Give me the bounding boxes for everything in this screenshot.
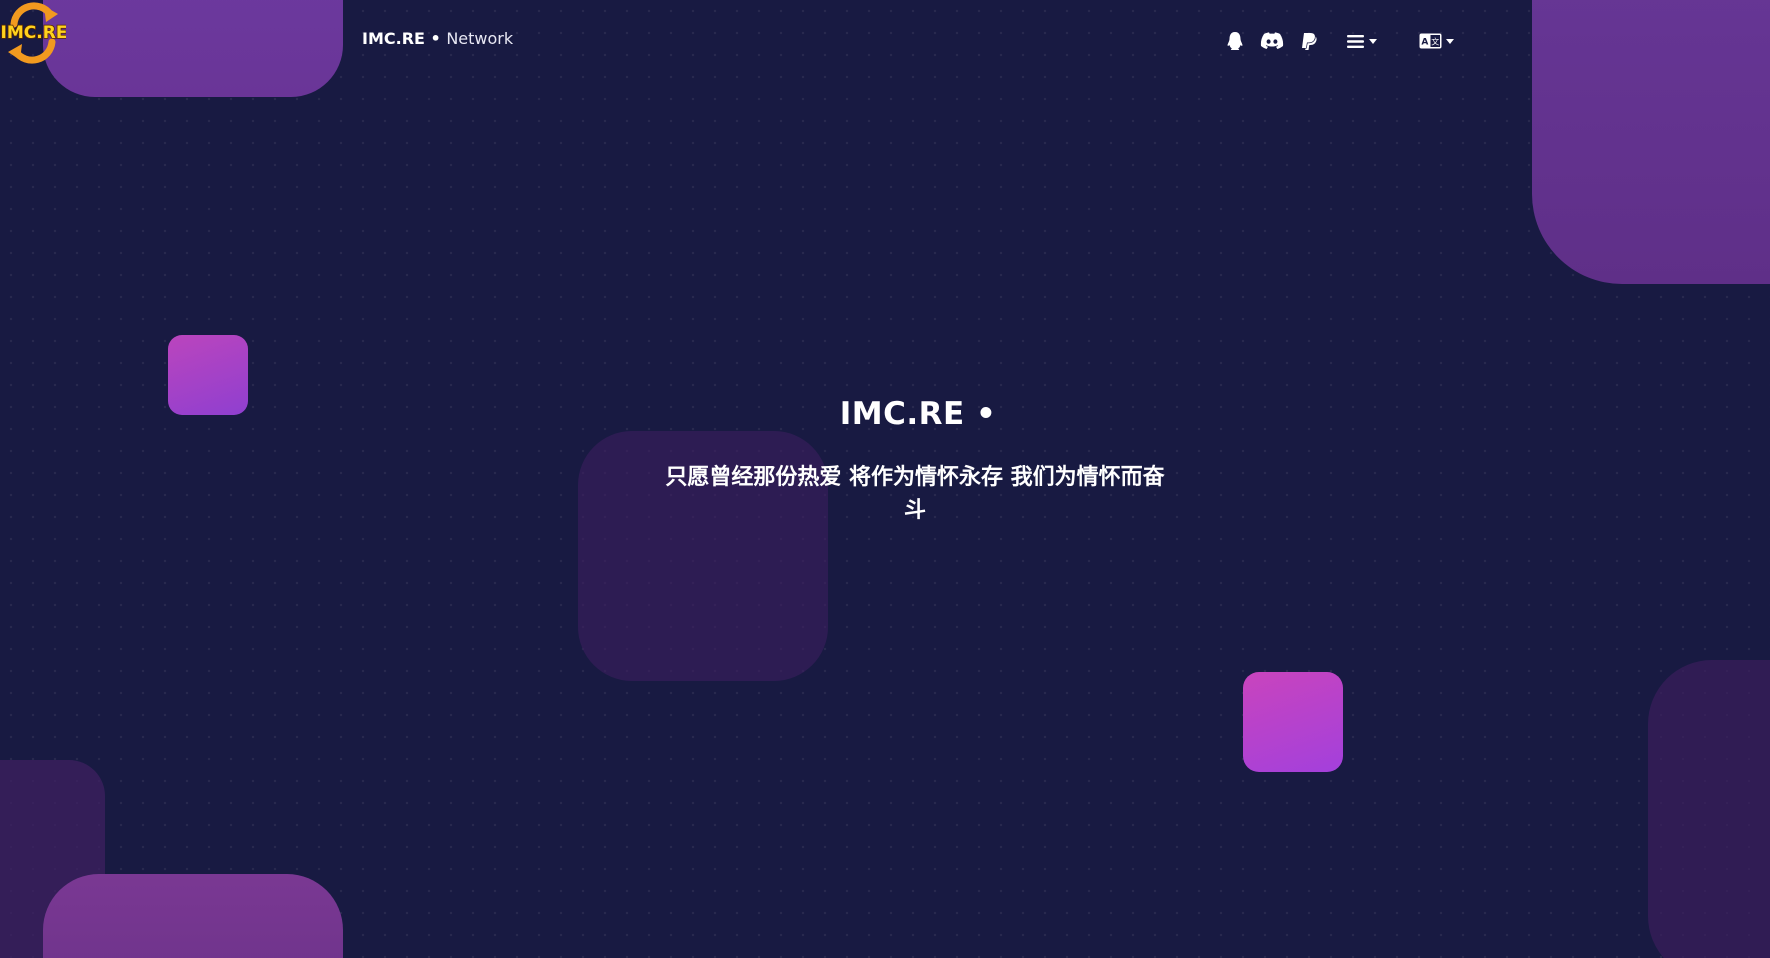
brand-suffix: Network: [446, 29, 514, 48]
qq-penguin-icon: [1227, 32, 1243, 50]
paypal-icon: [1302, 32, 1317, 50]
brand-title[interactable]: IMC.RE • Network: [362, 29, 513, 48]
menu-dropdown[interactable]: [1343, 28, 1381, 54]
chevron-down-icon: [1369, 38, 1377, 44]
decor-shape-top-right: [1532, 0, 1770, 284]
qq-link[interactable]: [1225, 28, 1245, 54]
decor-square-right: [1243, 672, 1343, 772]
discord-icon: [1260, 32, 1284, 49]
language-translate-icon: A 文: [1419, 33, 1441, 49]
brand-name: IMC.RE: [362, 29, 425, 48]
language-dropdown[interactable]: A 文: [1414, 28, 1458, 54]
site-logo[interactable]: IMC.RE: [0, 0, 68, 66]
decor-shape-top-left: [43, 0, 343, 97]
decor-shape-right-bottom: [1648, 660, 1770, 958]
brand-separator: •: [424, 29, 447, 48]
discord-link[interactable]: [1259, 28, 1285, 54]
hamburger-menu-icon: [1347, 34, 1364, 48]
svg-text:文: 文: [1431, 37, 1439, 47]
decor-shape-bottom-left: [43, 874, 343, 958]
svg-text:A: A: [1421, 38, 1428, 48]
logo-arrows-icon: IMC.RE: [0, 2, 68, 64]
chevron-down-icon: [1445, 38, 1454, 44]
svg-text:IMC.RE: IMC.RE: [1, 23, 66, 43]
landing-page: IMC.RE IMC.RE • Network A 文 IMC.RE • 只愿曾…: [0, 0, 1770, 958]
hero-title: IMC.RE •: [839, 396, 997, 432]
paypal-link[interactable]: [1300, 28, 1318, 54]
hero-subtitle: 只愿曾经那份热爱 将作为情怀永存 我们为情怀而奋斗: [665, 465, 1165, 523]
